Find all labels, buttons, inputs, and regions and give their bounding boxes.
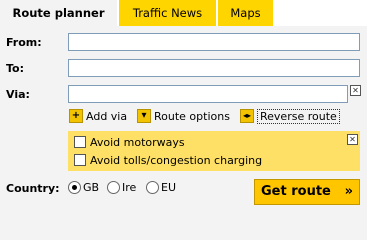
from-input[interactable]	[68, 33, 360, 51]
add-via-button[interactable]: + Add via	[69, 109, 127, 125]
avoid-tolls-option[interactable]: Avoid tolls/congestion charging	[74, 153, 262, 169]
reverse-route-label: Reverse route	[257, 109, 340, 124]
reverse-route-button[interactable]: ◂▸ Reverse route	[240, 109, 340, 125]
country-eu-label: EU	[161, 181, 177, 194]
swap-arrows-icon: ◂▸	[240, 109, 254, 123]
radio-ire[interactable]	[107, 180, 120, 194]
close-options-icon[interactable]: ✕	[347, 134, 358, 145]
plus-icon: +	[69, 109, 83, 123]
tab-maps[interactable]: Maps	[218, 0, 273, 26]
via-label: Via:	[6, 88, 30, 101]
get-route-button[interactable]: Get route »	[254, 179, 360, 205]
avoid-tolls-checkbox[interactable]	[74, 154, 86, 166]
tab-route-planner[interactable]: Route planner	[0, 0, 117, 26]
country-radio-gb[interactable]: GB	[68, 180, 99, 196]
route-planner-panel: From: To: Via: ✕ + Add via ▾ Route options…	[0, 26, 367, 240]
route-options-label: Route options	[154, 110, 230, 123]
to-label: To:	[6, 62, 24, 75]
radio-gb[interactable]	[68, 180, 81, 194]
via-input[interactable]	[68, 85, 348, 103]
country-gb-label: GB	[83, 181, 100, 194]
radio-eu[interactable]	[146, 180, 159, 194]
country-ire-label: Ire	[122, 181, 137, 194]
tab-traffic-news[interactable]: Traffic News	[119, 0, 216, 26]
country-radio-eu[interactable]: EU	[146, 180, 176, 196]
double-chevron-right-icon: »	[344, 184, 353, 199]
route-options-box: ✕ Avoid motorways Avoid tolls/congestion…	[68, 131, 360, 171]
chevron-down-icon: ▾	[137, 109, 151, 123]
avoid-tolls-label: Avoid tolls/congestion charging	[90, 154, 263, 167]
avoid-motorways-checkbox[interactable]	[74, 136, 86, 148]
to-input[interactable]	[68, 59, 360, 77]
add-via-label: Add via	[86, 110, 128, 123]
get-route-label: Get route	[261, 184, 331, 199]
from-label: From:	[6, 36, 42, 49]
avoid-motorways-label: Avoid motorways	[90, 136, 185, 149]
country-label: Country:	[6, 182, 60, 195]
route-options-button[interactable]: ▾ Route options	[137, 109, 230, 125]
remove-via-icon[interactable]: ✕	[350, 85, 361, 96]
country-radio-ire[interactable]: Ire	[107, 180, 136, 196]
tab-bar: Route planner Traffic News Maps	[0, 0, 367, 26]
avoid-motorways-option[interactable]: Avoid motorways	[74, 135, 185, 151]
